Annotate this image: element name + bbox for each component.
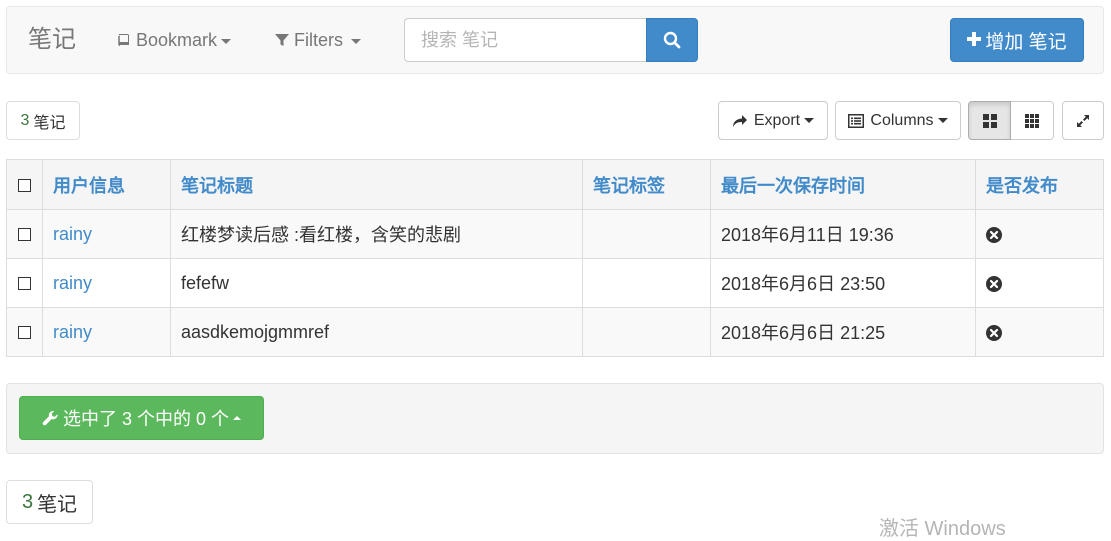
row-select-cell — [6, 258, 43, 308]
filter-icon — [274, 31, 290, 53]
export-button[interactable]: Export — [718, 101, 828, 140]
user-link[interactable]: rainy — [53, 322, 92, 342]
bulk-actions-label: 选中了 3 个中的 0 个 — [62, 409, 230, 429]
table-row: rainy 红楼梦读后感 :看红楼，含笑的悲剧 2018年6月11日 19:36 — [6, 209, 1104, 259]
user-cell: rainy — [42, 209, 171, 259]
tags-cell — [582, 258, 711, 308]
user-cell: rainy — [42, 307, 171, 357]
navbar: 笔记 Bookmark Filters 增加 笔记 — [6, 6, 1104, 74]
remove-circle-icon — [986, 226, 1002, 243]
table-header-row: 用户信息 笔记标题 笔记标签 最后一次保存时间 是否发布 — [6, 159, 1104, 210]
record-count-number: 3 — [20, 111, 30, 129]
share-icon — [732, 114, 747, 127]
title-cell: 红楼梦读后感 :看红楼，含笑的悲剧 — [170, 209, 583, 259]
add-note-label: 增加 笔记 — [985, 31, 1067, 53]
header-tags[interactable]: 笔记标签 — [582, 159, 711, 210]
published-cell — [975, 307, 1104, 357]
search-button[interactable] — [646, 18, 698, 62]
header-title[interactable]: 笔记标题 — [170, 159, 583, 210]
list-alt-icon — [848, 113, 865, 128]
user-link[interactable]: rainy — [53, 273, 92, 293]
published-cell — [975, 258, 1104, 308]
user-link[interactable]: rainy — [53, 224, 92, 244]
user-cell: rainy — [42, 258, 171, 308]
tile-view-button[interactable] — [1011, 101, 1054, 140]
select-all-cell — [6, 159, 43, 210]
wrench-icon — [42, 410, 58, 425]
bookmark-label: Bookmark — [136, 30, 218, 50]
title-cell: fefefw — [170, 258, 583, 308]
table-row: rainy aasdkemojgmmref 2018年6月6日 21:25 — [6, 307, 1104, 357]
tags-cell — [582, 307, 711, 357]
row-checkbox[interactable] — [18, 228, 31, 242]
row-checkbox[interactable] — [18, 277, 31, 291]
header-saved-time[interactable]: 最后一次保存时间 — [710, 159, 976, 210]
columns-label: Columns — [870, 111, 934, 129]
chevron-down-icon — [351, 38, 361, 44]
bulk-actions-panel: 选中了 3 个中的 0 个 — [6, 383, 1104, 454]
footer-count-label: 笔记 — [37, 493, 78, 516]
chevron-up-icon — [233, 416, 242, 420]
header-user[interactable]: 用户信息 — [42, 159, 171, 210]
chevron-down-icon — [937, 118, 948, 123]
search-icon — [663, 31, 681, 49]
filters-dropdown[interactable]: Filters — [274, 29, 361, 53]
view-toggle-group — [968, 101, 1054, 140]
columns-button[interactable]: Columns — [835, 101, 961, 140]
expand-icon — [1077, 114, 1089, 127]
search-group — [404, 18, 698, 62]
remove-circle-icon — [986, 275, 1002, 292]
saved-time-cell: 2018年6月11日 19:36 — [710, 209, 976, 259]
grid-view-button[interactable] — [968, 101, 1011, 140]
row-checkbox[interactable] — [18, 326, 31, 340]
footer-count-number: 3 — [21, 490, 34, 513]
add-note-button[interactable]: 增加 笔记 — [950, 18, 1084, 62]
table-row: rainy fefefw 2018年6月6日 23:50 — [6, 258, 1104, 308]
header-published[interactable]: 是否发布 — [975, 159, 1104, 210]
saved-time-cell: 2018年6月6日 21:25 — [710, 307, 976, 357]
chevron-down-icon — [804, 118, 815, 123]
published-cell — [975, 209, 1104, 259]
title-cell: aasdkemojgmmref — [170, 307, 583, 357]
bookmark-dropdown[interactable]: Bookmark — [116, 29, 232, 53]
row-select-cell — [6, 307, 43, 357]
fullscreen-button[interactable] — [1062, 101, 1104, 140]
row-select-cell — [6, 209, 43, 259]
tags-cell — [582, 209, 711, 259]
windows-activation-watermark: 激活 Windows — [879, 518, 1006, 540]
notes-table: 用户信息 笔记标题 笔记标签 最后一次保存时间 是否发布 rainy 红楼梦读后… — [6, 159, 1104, 357]
book-icon — [116, 31, 132, 53]
chevron-down-icon — [221, 38, 232, 44]
record-count-label: 笔记 — [33, 114, 66, 132]
th-large-icon — [982, 113, 997, 128]
export-label: Export — [753, 111, 801, 129]
select-all-checkbox[interactable] — [18, 178, 31, 192]
th-icon — [1025, 113, 1039, 128]
saved-time-cell: 2018年6月6日 23:50 — [710, 258, 976, 308]
brand-title[interactable]: 笔记 — [28, 26, 76, 54]
plus-icon — [967, 29, 982, 52]
filters-label: Filters — [294, 30, 343, 50]
remove-circle-icon — [986, 324, 1002, 341]
bulk-actions-button[interactable]: 选中了 3 个中的 0 个 — [19, 396, 264, 440]
record-count-badge: 3 笔记 — [6, 101, 80, 140]
search-input[interactable] — [404, 18, 647, 62]
footer-count-badge: 3 笔记 — [6, 480, 93, 524]
